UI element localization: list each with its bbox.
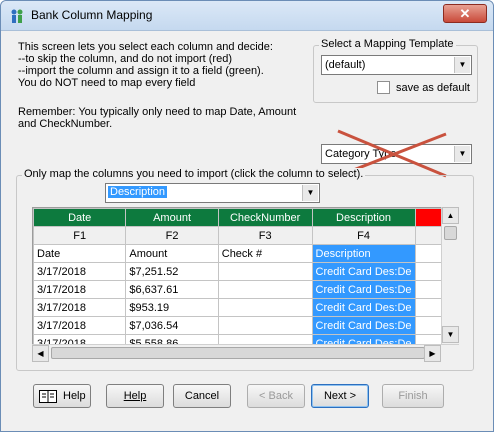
- source-field-row: F1 F2 F3 F4: [33, 226, 458, 245]
- column-header-date[interactable]: Date: [33, 208, 127, 227]
- template-group-label: Select a Mapping Template: [319, 38, 456, 50]
- table-cell[interactable]: $7,251.52: [125, 262, 219, 281]
- table-cell[interactable]: Credit Card Des:De: [311, 262, 416, 281]
- table-cell[interactable]: $6,637.61: [125, 280, 219, 299]
- table-cell[interactable]: $953.19: [125, 298, 219, 317]
- table-row: 3/17/2018 $7,251.52 Credit Card Des:De: [33, 262, 458, 281]
- field-select[interactable]: Description ▼: [105, 183, 320, 203]
- instruction-line: You do NOT need to map every field: [18, 77, 196, 89]
- column-header-description[interactable]: Description: [311, 208, 416, 227]
- table-cell[interactable]: Amount: [125, 244, 219, 263]
- cancel-button-label: Cancel: [184, 390, 220, 402]
- help-button-label: Help: [123, 390, 147, 402]
- finish-button-label: Finish: [398, 390, 428, 402]
- chevron-down-icon: ▼: [302, 185, 318, 201]
- close-icon: ✕: [459, 6, 471, 21]
- horizontal-scrollbar[interactable]: ◀ ▶: [32, 344, 459, 362]
- instruction-line: --import the column and assign it to a f…: [18, 65, 264, 77]
- table-cell[interactable]: [217, 280, 313, 299]
- table-cell[interactable]: 3/17/2018: [33, 316, 127, 335]
- scroll-right-icon[interactable]: ▶: [424, 345, 441, 362]
- instruction-line: --to skip the column, and do not import …: [18, 53, 232, 65]
- table-cell[interactable]: Date: [33, 244, 127, 263]
- scroll-down-icon[interactable]: ▼: [442, 326, 459, 343]
- back-button[interactable]: < Back: [247, 384, 305, 408]
- dialog-window: Bank Column Mapping ✕ This screen lets y…: [0, 0, 494, 432]
- help-icon-button[interactable]: Help: [33, 384, 91, 408]
- help-button[interactable]: Help: [106, 384, 164, 408]
- table-cell[interactable]: 3/17/2018: [33, 298, 127, 317]
- horizontal-scroll-thumb[interactable]: [51, 347, 425, 359]
- table-cell[interactable]: Check #: [217, 244, 313, 263]
- table-cell[interactable]: 3/17/2018: [33, 280, 127, 299]
- table-cell[interactable]: Credit Card Des:De: [311, 298, 416, 317]
- scroll-up-icon[interactable]: ▲: [442, 207, 459, 224]
- instructions: This screen lets you select each column …: [18, 41, 308, 89]
- help-book-icon: [39, 390, 57, 403]
- back-button-label: < Back: [259, 390, 293, 402]
- help-icon-button-label: Help: [63, 390, 86, 402]
- mapping-grid: Date Amount CheckNumber Description F1 F…: [32, 207, 459, 361]
- remember-note: Remember: You typically only need to map…: [18, 106, 297, 130]
- window-title: Bank Column Mapping: [31, 8, 153, 22]
- column-header-amount[interactable]: Amount: [125, 208, 219, 227]
- app-icon: [11, 9, 23, 23]
- vertical-scrollbar[interactable]: ▲ ▼: [441, 207, 459, 344]
- scroll-left-icon[interactable]: ◀: [32, 345, 49, 362]
- table-row: Date Amount Check # Description: [33, 244, 458, 263]
- template-select[interactable]: (default) ▼: [321, 55, 472, 75]
- table-cell[interactable]: Credit Card Des:De: [311, 316, 416, 335]
- close-button[interactable]: ✕: [443, 4, 487, 23]
- chevron-down-icon: ▼: [454, 146, 470, 162]
- source-field[interactable]: F2: [125, 226, 219, 245]
- table-cell[interactable]: Description: [311, 244, 416, 263]
- chevron-down-icon: ▼: [454, 57, 470, 73]
- table-cell[interactable]: [217, 262, 313, 281]
- field-select-value: Description: [108, 186, 168, 198]
- source-field[interactable]: F3: [217, 226, 313, 245]
- mapping-table: Date Amount CheckNumber Description F1 F…: [33, 208, 458, 353]
- source-field[interactable]: F4: [311, 226, 416, 245]
- title-bar: Bank Column Mapping ✕: [1, 1, 493, 31]
- instruction-line: This screen lets you select each column …: [18, 41, 273, 53]
- table-cell[interactable]: 3/17/2018: [33, 262, 127, 281]
- save-default-checkbox[interactable]: [377, 81, 390, 94]
- table-row: 3/17/2018 $953.19 Credit Card Des:De: [33, 298, 458, 317]
- table-cell[interactable]: [217, 298, 313, 317]
- field-header-row: Date Amount CheckNumber Description: [33, 208, 458, 227]
- vertical-scroll-thumb[interactable]: [444, 226, 457, 240]
- template-select-value: (default): [325, 59, 366, 71]
- column-map-label: Only map the columns you need to import …: [22, 168, 366, 180]
- next-button[interactable]: Next >: [311, 384, 369, 408]
- table-cell[interactable]: [217, 316, 313, 335]
- save-default-label: save as default: [396, 82, 470, 94]
- cancel-button[interactable]: Cancel: [173, 384, 231, 408]
- table-row: 3/17/2018 $6,637.61 Credit Card Des:De: [33, 280, 458, 299]
- table-cell[interactable]: Credit Card Des:De: [311, 280, 416, 299]
- next-button-label: Next >: [323, 390, 357, 402]
- table-cell[interactable]: $7,036.54: [125, 316, 219, 335]
- source-field[interactable]: F1: [33, 226, 127, 245]
- column-header-checknumber[interactable]: CheckNumber: [217, 208, 313, 227]
- finish-button[interactable]: Finish: [382, 384, 444, 408]
- table-row: 3/17/2018 $7,036.54 Credit Card Des:De: [33, 316, 458, 335]
